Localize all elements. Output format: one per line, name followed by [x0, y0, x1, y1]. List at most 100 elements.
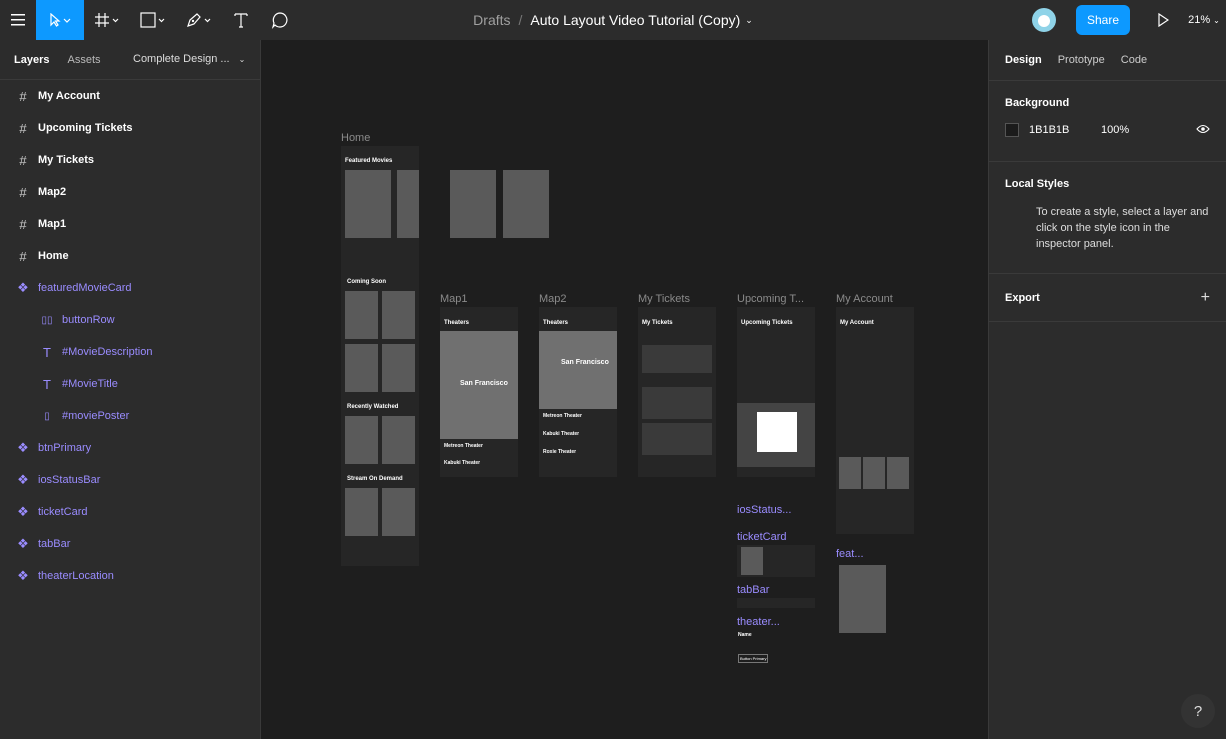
tab-assets[interactable]: Assets — [67, 54, 100, 66]
layer-name: My Tickets — [38, 154, 95, 166]
component-label-tab-bar[interactable]: tabBar — [737, 584, 769, 596]
movie-poster — [345, 344, 378, 392]
layer-featured-movie-card[interactable]: ❖ featuredMovieCard — [0, 272, 260, 304]
component-label-status-bar[interactable]: iosStatus... — [737, 504, 791, 516]
layer-my-tickets[interactable]: # My Tickets — [0, 144, 260, 176]
movie-poster — [741, 547, 763, 575]
component-label-featured[interactable]: feat... — [836, 548, 864, 560]
panel-divider — [989, 321, 1226, 322]
component-ticket-card[interactable] — [737, 545, 815, 577]
help-button[interactable]: ? — [1181, 694, 1215, 728]
frame-icon: # — [19, 120, 27, 136]
frame-label-map1[interactable]: Map1 — [440, 293, 468, 305]
frame-icon: # — [19, 88, 27, 104]
component-icon: ❖ — [17, 280, 29, 295]
move-tool-button[interactable] — [36, 0, 84, 40]
eye-icon[interactable] — [1196, 124, 1210, 137]
movie-poster — [887, 457, 909, 489]
pen-tool-button[interactable] — [176, 0, 222, 40]
layer-upcoming-tickets[interactable]: # Upcoming Tickets — [0, 112, 260, 144]
frame-label-map2[interactable]: Map2 — [539, 293, 567, 305]
frame-label-my-tickets[interactable]: My Tickets — [638, 293, 690, 305]
layer-home[interactable]: # Home — [0, 240, 260, 272]
share-button[interactable]: Share — [1076, 5, 1130, 35]
map-city-label: San Francisco — [460, 380, 508, 387]
toolbar-right: Share 21% ⌄ — [1032, 0, 1226, 40]
background-hex[interactable]: 1B1B1B — [1029, 124, 1101, 136]
main-menu-button[interactable] — [0, 0, 36, 40]
layer-name: ticketCard — [38, 506, 88, 518]
layer-ios-status-bar[interactable]: ❖ iosStatusBar — [0, 464, 260, 496]
plus-icon[interactable]: + — [1201, 289, 1210, 307]
background-opacity[interactable]: 100% — [1101, 124, 1129, 136]
layer-ticket-card[interactable]: ❖ ticketCard — [0, 496, 260, 528]
layer-movie-poster[interactable]: ▯ #moviePoster — [0, 400, 260, 432]
tab-code[interactable]: Code — [1121, 54, 1147, 66]
movie-poster — [839, 457, 861, 489]
frame-home[interactable]: Featured Movies Coming Soon Recently Wat… — [341, 146, 419, 566]
frame-map1[interactable]: Theaters San Francisco Metreon Theater K… — [440, 307, 518, 477]
frame-map2[interactable]: Theaters San Francisco Metreon Theater K… — [539, 307, 617, 477]
frame-my-account[interactable]: My Account — [836, 307, 914, 534]
tab-prototype[interactable]: Prototype — [1058, 54, 1105, 66]
theater-name: Metreon Theater — [543, 413, 582, 419]
layer-map2[interactable]: # Map2 — [0, 176, 260, 208]
tab-design[interactable]: Design — [1005, 54, 1042, 66]
breadcrumb-drafts[interactable]: Drafts — [473, 12, 510, 28]
component-label-ticket-card[interactable]: ticketCard — [737, 531, 787, 543]
layer-btn-primary[interactable]: ❖ btnPrimary — [0, 432, 260, 464]
frame-label-upcoming[interactable]: Upcoming T... — [737, 293, 804, 305]
map-view[interactable] — [539, 331, 617, 409]
frame-label-my-account[interactable]: My Account — [836, 293, 893, 305]
layer-name: featuredMovieCard — [38, 282, 132, 294]
ticket-card — [642, 345, 712, 373]
text-tool-button[interactable] — [222, 0, 260, 40]
frame-icon — [95, 13, 119, 27]
layer-my-account[interactable]: # My Account — [0, 80, 260, 112]
chevron-down-icon: ⌄ — [238, 55, 246, 64]
tab-layers[interactable]: Layers — [14, 54, 49, 66]
theater-name: Kabuki Theater — [444, 460, 481, 466]
layer-tab-bar[interactable]: ❖ tabBar — [0, 528, 260, 560]
page-name: Complete Design ... — [133, 53, 230, 65]
toolbar: Drafts / Auto Layout Video Tutorial (Cop… — [0, 0, 1226, 40]
layer-name: #moviePoster — [62, 410, 130, 422]
chevron-down-icon: ⌄ — [1213, 15, 1220, 25]
layer-list: # My Account # Upcoming Tickets # My Ticket… — [0, 80, 260, 592]
frame-icon: # — [19, 248, 27, 264]
movie-poster — [345, 170, 391, 238]
user-avatar[interactable] — [1032, 8, 1056, 32]
layer-button-row[interactable]: ▯▯ buttonRow — [0, 304, 260, 336]
movie-poster — [382, 416, 415, 464]
background-swatch[interactable] — [1005, 123, 1019, 137]
frame-icon: # — [19, 184, 27, 200]
featured-card-poster — [839, 565, 886, 633]
frame-my-tickets[interactable]: My Tickets — [638, 307, 716, 477]
layer-theater-location[interactable]: ❖ theaterLocation — [0, 560, 260, 592]
component-label-theater[interactable]: theater... — [737, 616, 780, 628]
layers-panel: Layers Assets Complete Design ... ⌄ # My … — [0, 40, 261, 739]
movie-poster — [382, 344, 415, 392]
file-name[interactable]: Auto Layout Video Tutorial (Copy) — [530, 12, 740, 28]
export-section: Export + — [989, 273, 1226, 321]
frame-label-home[interactable]: Home — [341, 132, 370, 144]
comment-tool-button[interactable] — [260, 0, 300, 40]
chevron-down-icon[interactable]: ⌄ — [745, 15, 753, 26]
layer-movie-description[interactable]: T #MovieDescription — [0, 336, 260, 368]
local-styles-hint: To create a style, select a layer and cl… — [1036, 206, 1209, 250]
shape-tool-button[interactable] — [130, 0, 176, 40]
right-panel-tabs: Design Prototype Code — [989, 40, 1226, 80]
zoom-menu[interactable]: 21% ⌄ — [1182, 0, 1226, 40]
frame-icon: # — [19, 152, 27, 168]
layer-movie-title[interactable]: T #MovieTitle — [0, 368, 260, 400]
movie-poster — [382, 488, 415, 536]
frame-tool-button[interactable] — [84, 0, 130, 40]
frame-upcoming-tickets[interactable]: Upcoming Tickets — [737, 307, 815, 477]
component-tab-bar[interactable] — [737, 598, 815, 608]
movie-poster — [345, 416, 378, 464]
page-selector[interactable]: Complete Design ... ⌄ — [133, 53, 245, 65]
layer-map1[interactable]: # Map1 — [0, 208, 260, 240]
present-button[interactable] — [1144, 0, 1182, 40]
btn-primary-component[interactable]: Button Primary — [738, 654, 769, 663]
canvas[interactable]: Home Featured Movies Coming Soon Recentl… — [261, 40, 988, 739]
